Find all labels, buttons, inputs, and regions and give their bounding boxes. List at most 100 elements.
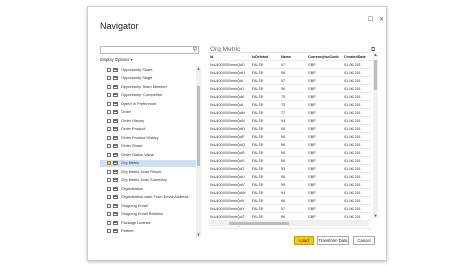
tree-item-label: Opportunity Share	[121, 66, 153, 72]
table-cell: FALSE	[252, 158, 264, 163]
column-header[interactable]: CurrencyIsoCode	[308, 55, 343, 60]
tree-item[interactable]: Partner	[100, 228, 198, 236]
tree-item[interactable]: Org Metric Scan Result	[100, 168, 198, 176]
table-cell: 96	[281, 214, 286, 219]
table-row: 0cU4000000mmQdW FALSE 94 GBP 01-06-201	[209, 189, 372, 197]
table-cell: FALSE	[252, 94, 264, 99]
tree-item[interactable]: Order	[100, 109, 198, 117]
tree-scrollbar[interactable]: ▲ ▼	[196, 66, 201, 237]
table-cell: GBP	[308, 142, 316, 147]
tree-item[interactable]: Order Product History	[100, 134, 198, 142]
checkbox[interactable]	[107, 67, 111, 72]
tree-item[interactable]: Organization-wide From Email Address	[100, 194, 198, 202]
table-icon	[113, 67, 118, 72]
table-row: 0cU4000000mmQdZ FALSE 96 GBP 01-06-201	[209, 213, 372, 221]
checkbox[interactable]	[107, 84, 111, 89]
table-cell: FALSE	[252, 110, 264, 115]
tree-item-label: Opportunity: Competitor	[121, 92, 163, 97]
table-row: 0cU4000000mmQdH FALSE 98 GBP 01-06-201	[209, 69, 372, 77]
table-cell: 0cU4000000mmQdM	[210, 110, 246, 115]
checkbox[interactable]	[107, 169, 111, 174]
close-icon[interactable]: ✕	[379, 17, 384, 23]
table-cell: FALSE	[252, 86, 264, 91]
tree-item-label: Order History	[121, 117, 145, 123]
table-row: 0cU4000000mmQdN FALSE 94 GBP 01-06-201	[209, 117, 372, 125]
table-vertical-scrollbar[interactable]: ▲ ▼	[373, 52, 378, 218]
tree-item-label: Outgoing Email	[121, 202, 148, 208]
column-header[interactable]: Name	[281, 55, 306, 60]
checkbox[interactable]	[107, 195, 111, 200]
tree-item[interactable]: Order Share	[100, 143, 198, 151]
column-header[interactable]: CreatedDate	[344, 55, 372, 60]
checkbox[interactable]	[107, 161, 111, 166]
tree-item-label: Opportunity Stage	[121, 75, 153, 80]
checkbox[interactable]	[107, 76, 111, 81]
table-cell: FALSE	[252, 142, 264, 147]
column-header[interactable]: Id	[210, 55, 250, 60]
checkbox[interactable]	[107, 101, 111, 106]
table-cell: 0cU4000000mmQdI	[210, 78, 244, 83]
checkbox[interactable]	[107, 135, 111, 140]
checkbox[interactable]	[107, 127, 111, 132]
checkbox[interactable]	[107, 203, 111, 208]
search-icon[interactable]: ⚲	[193, 46, 197, 53]
tree-item[interactable]: Opportunity Stage	[100, 75, 198, 83]
tree-item[interactable]: Outgoing Email	[100, 202, 198, 210]
table-row: 0cU4000000mmQdQ FALSE 96 GBP 01-06-201	[209, 141, 372, 149]
tree-item-label: Partner	[121, 228, 134, 233]
table-row: 0cU4000000mmQdO FALSE 98 GBP 01-06-201	[209, 125, 372, 133]
checkbox[interactable]	[107, 93, 111, 98]
tree-item-label: Organization-wide From Email Address	[121, 194, 189, 199]
tree-item[interactable]: Order Product	[100, 126, 198, 134]
table-scroll-up-icon[interactable]: ▲	[373, 52, 378, 57]
search-input[interactable]: ⚲	[100, 46, 199, 54]
table-cell: GBP	[308, 118, 316, 123]
checkbox[interactable]	[107, 152, 111, 157]
table-cell: FALSE	[252, 70, 264, 75]
table-icon	[113, 84, 118, 89]
table-cell: 01-06-201	[344, 102, 361, 107]
tree-item[interactable]: Org Metric Scan Summary	[100, 177, 198, 185]
tree-item[interactable]: Opportunity Team Member	[100, 83, 198, 91]
checkbox[interactable]	[107, 212, 111, 217]
table-hscroll-thumb[interactable]	[229, 222, 289, 225]
tree-item[interactable]: Opted In Preference	[100, 100, 198, 108]
table-icon	[113, 101, 118, 106]
tree-scroll-thumb[interactable]	[197, 86, 200, 166]
table-horizontal-scrollbar[interactable]	[209, 221, 369, 226]
table-row: 0cU4000000mmQdG FALSE 97 GBP 01-06-201	[209, 61, 372, 69]
tree-item-label: Org Metric Scan Result	[121, 168, 162, 174]
checkbox[interactable]	[107, 186, 111, 191]
table-scroll-thumb[interactable]	[374, 60, 377, 90]
column-header[interactable]: IsDeleted	[252, 55, 279, 60]
tree-item[interactable]: Order History	[100, 117, 198, 125]
checkbox[interactable]	[107, 178, 111, 183]
checkbox[interactable]	[107, 118, 111, 123]
tree-item[interactable]: Order Status Value	[100, 151, 198, 159]
checkbox[interactable]	[107, 229, 111, 234]
tree-item[interactable]: Org Metric	[100, 159, 198, 168]
table-cell: 01-06-201	[344, 150, 361, 155]
tree-item[interactable]: Opportunity Share	[100, 66, 198, 74]
tree-item[interactable]: Opportunity: Competitor	[100, 92, 198, 100]
restore-icon[interactable]: ☐	[368, 17, 373, 23]
checkbox[interactable]	[107, 110, 111, 115]
display-options-dropdown[interactable]: Display Options ▾	[100, 57, 133, 62]
table-cell: 0cU4000000mmQdS	[210, 158, 245, 163]
transform-data-button[interactable]: Transform Data	[317, 236, 349, 245]
table-scroll-down-icon[interactable]: ▼	[373, 213, 378, 218]
load-button[interactable]: Load	[294, 236, 314, 245]
table-icon	[113, 178, 118, 183]
tree-item[interactable]: Package License	[100, 219, 198, 227]
tree-item[interactable]: Outgoing Email Relation	[100, 211, 198, 219]
table-cell: 0cU4000000mmQdZ	[210, 214, 245, 219]
table-cell: 94	[281, 190, 286, 195]
cancel-button[interactable]: Cancel	[353, 236, 375, 245]
checkbox[interactable]	[107, 220, 111, 225]
checkbox[interactable]	[107, 144, 111, 149]
scroll-down-icon[interactable]: ▼	[196, 232, 201, 237]
table-cell: FALSE	[252, 190, 264, 195]
tree-item[interactable]: Organization	[100, 185, 198, 193]
scroll-up-icon[interactable]: ▲	[196, 66, 201, 71]
table-cell: 01-06-201	[344, 174, 361, 179]
